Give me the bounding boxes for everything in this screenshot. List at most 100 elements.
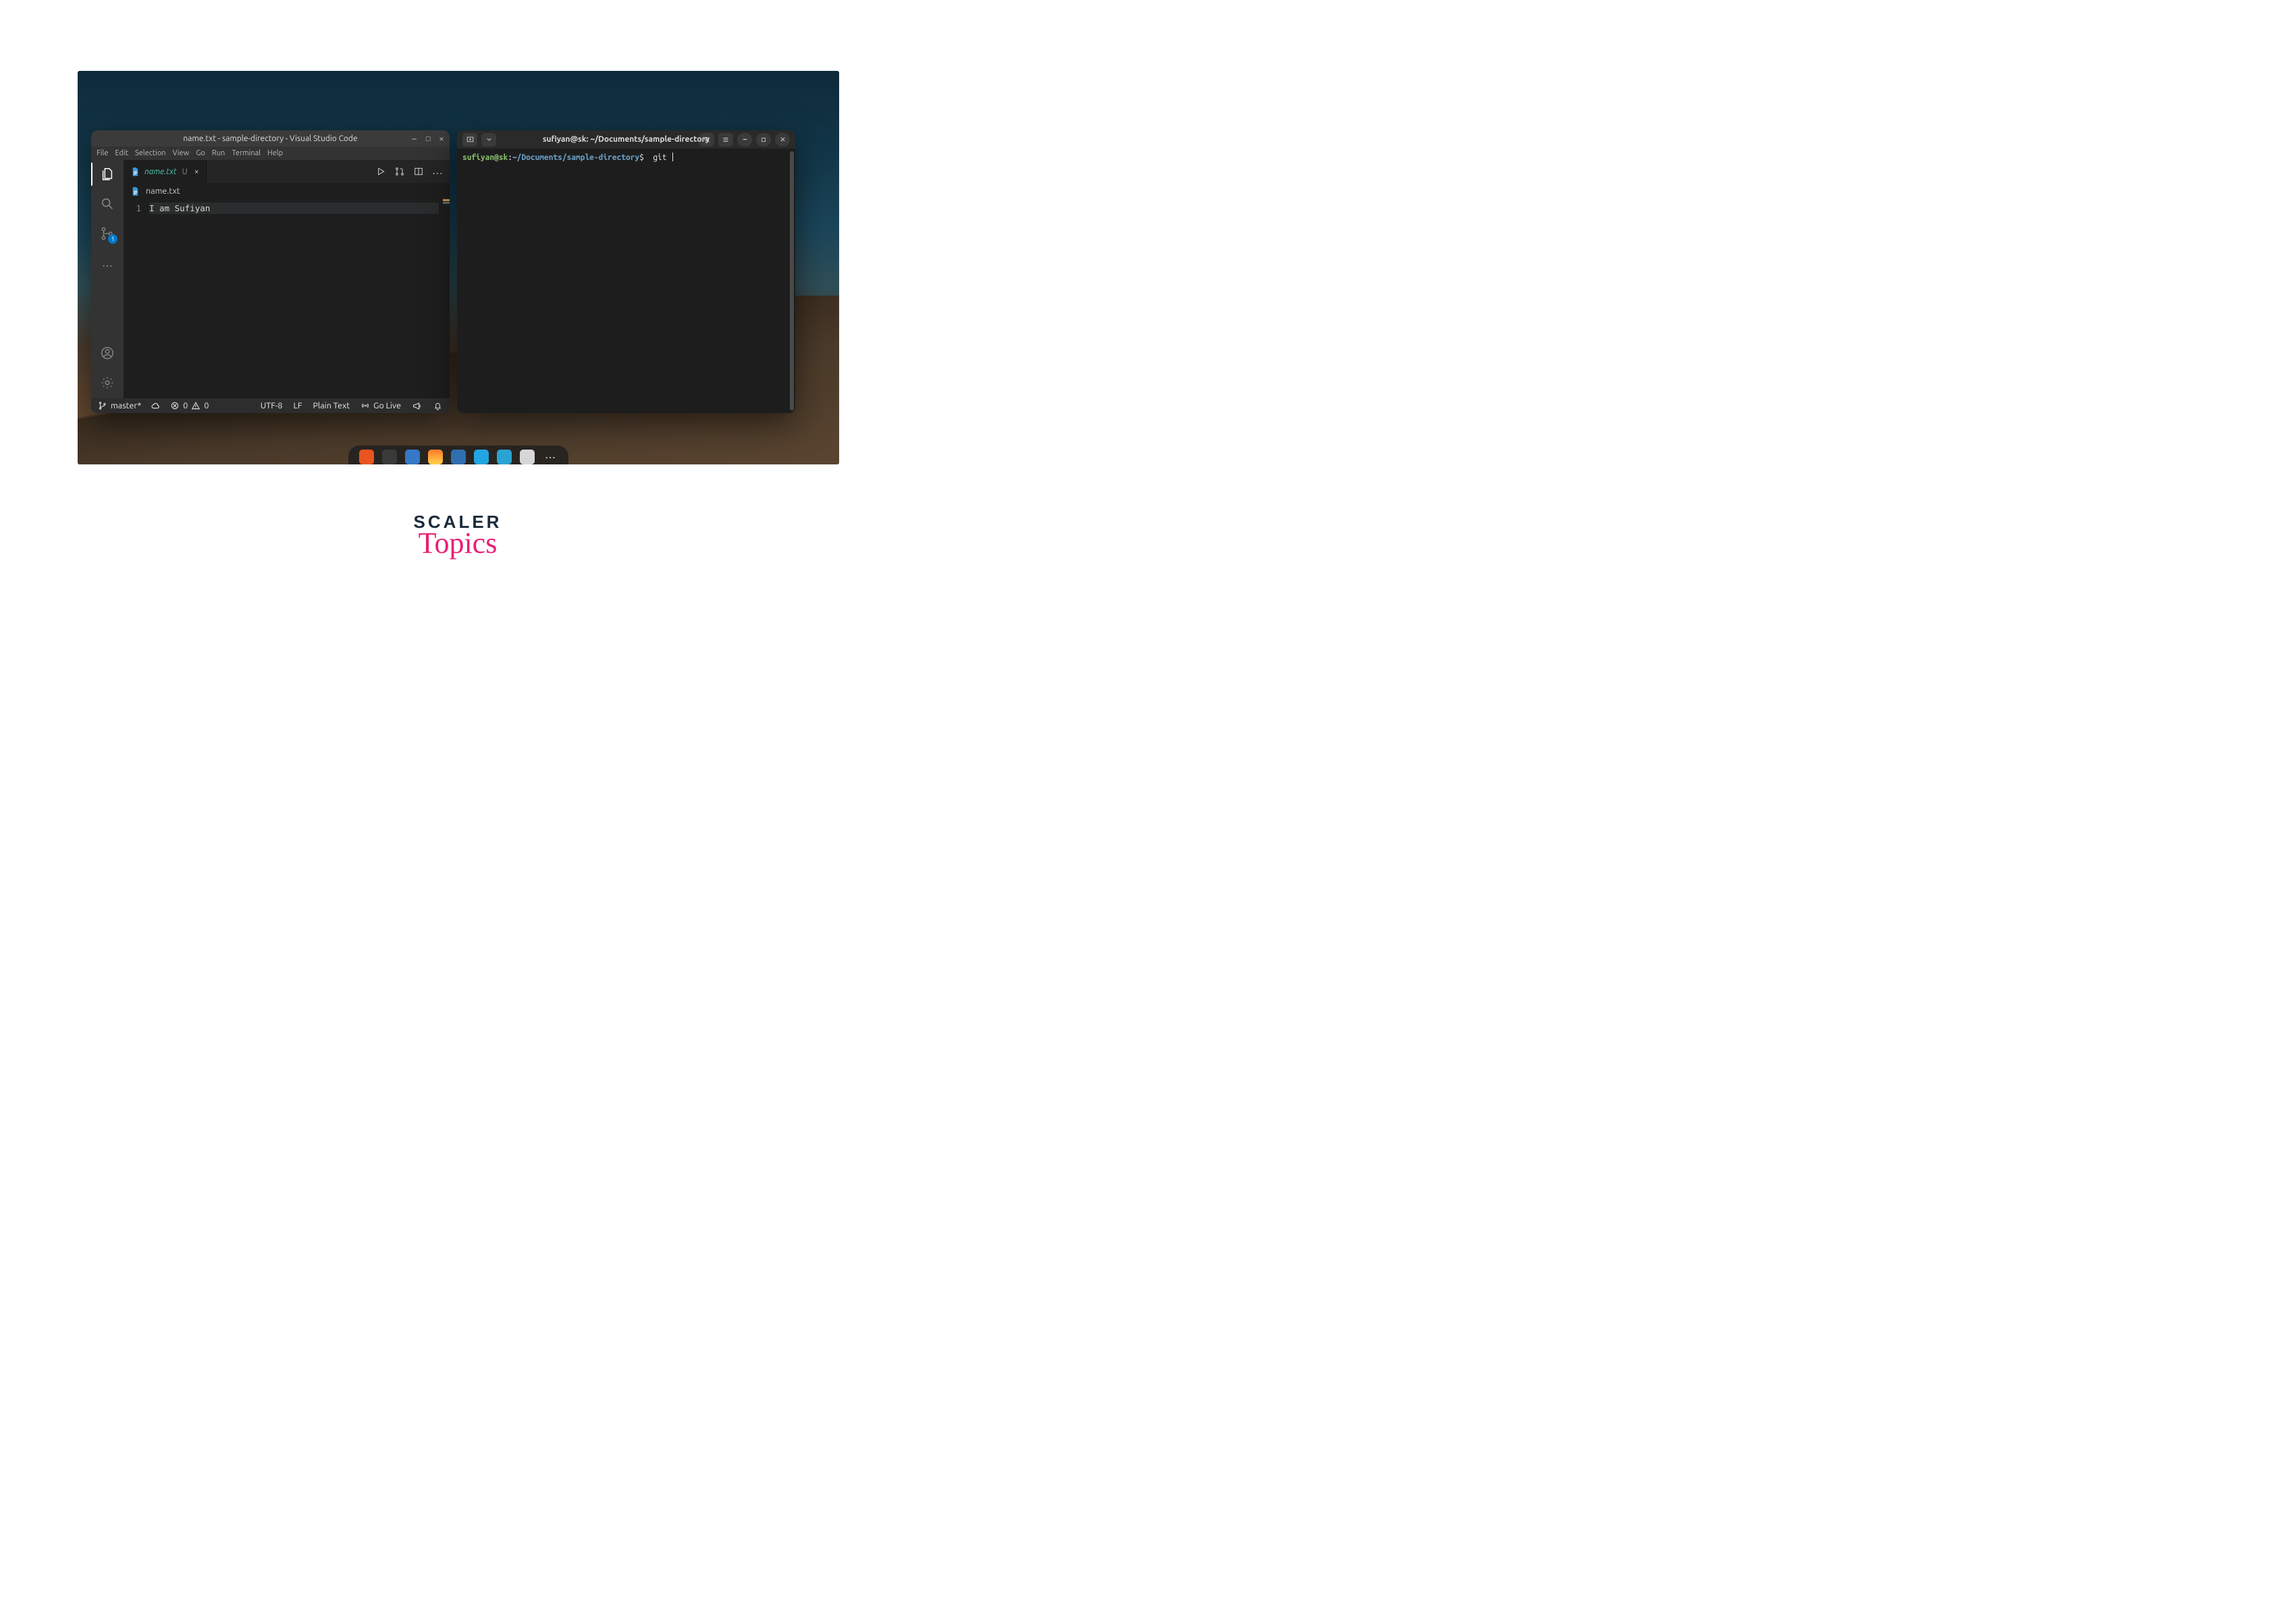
maximize-icon: [760, 136, 767, 143]
terminal-command: git: [649, 153, 672, 162]
dock-app-3[interactable]: [405, 450, 420, 464]
file-icon: [130, 167, 140, 177]
code-editor[interactable]: 1 I am Sufiyan: [124, 199, 450, 398]
dock-app-6[interactable]: [474, 450, 489, 464]
activity-bar: 1 …: [91, 160, 124, 398]
error-icon: [170, 401, 180, 410]
activity-search[interactable]: [99, 195, 116, 213]
breadcrumbs[interactable]: name.txt: [124, 183, 450, 199]
desktop-wallpaper: name.txt - sample-directory - Visual Stu…: [78, 71, 839, 464]
status-eol[interactable]: LF: [294, 401, 302, 410]
cloud-sync-icon: [151, 401, 161, 411]
dock-app-4[interactable]: [428, 450, 443, 464]
line-number-1: 1: [124, 203, 141, 213]
status-branch-name: master*: [111, 401, 141, 410]
split-editor-icon: [413, 166, 424, 177]
activity-more[interactable]: …: [99, 254, 116, 272]
terminal-menu-button[interactable]: [718, 133, 733, 146]
tab-close-button[interactable]: ×: [194, 167, 199, 176]
dock-app-8[interactable]: [520, 450, 535, 464]
hamburger-icon: [722, 136, 730, 144]
menu-file[interactable]: File: [97, 149, 108, 157]
status-feedback[interactable]: [412, 401, 422, 411]
overview-ruler[interactable]: [439, 199, 450, 398]
split-editor-button[interactable]: [413, 166, 424, 177]
activity-accounts[interactable]: [99, 344, 116, 362]
status-go-live-label: Go Live: [373, 401, 401, 410]
breadcrumb-filename: name.txt: [146, 186, 180, 196]
git-pull-request-icon: [394, 166, 405, 177]
account-icon: [100, 346, 115, 360]
status-encoding[interactable]: UTF-8: [261, 401, 283, 410]
vscode-window: name.txt - sample-directory - Visual Stu…: [91, 130, 450, 413]
files-icon: [100, 167, 115, 182]
status-language[interactable]: Plain Text: [313, 401, 350, 410]
terminal-titlebar[interactable]: sufiyan@sk: ~/Documents/sample-directory: [457, 130, 795, 149]
terminal-maximize-button[interactable]: [756, 133, 771, 146]
menu-terminal[interactable]: Terminal: [232, 149, 261, 157]
dock-app-2[interactable]: [382, 450, 397, 464]
prompt-dollar: $: [639, 153, 644, 162]
file-icon: [130, 186, 140, 196]
search-icon: [100, 196, 115, 211]
activity-settings[interactable]: [99, 374, 116, 392]
git-branch-icon: [98, 401, 107, 410]
prompt-path: ~/Documents/sample-directory: [512, 153, 639, 162]
terminal-scrollbar[interactable]: [790, 151, 794, 410]
dock-app-7[interactable]: [497, 450, 512, 464]
window-close-button[interactable]: ×: [439, 135, 446, 142]
status-notifications[interactable]: [433, 401, 443, 411]
terminal-close-button[interactable]: [775, 133, 790, 146]
git-pr-button[interactable]: [394, 166, 405, 177]
new-tab-icon: [466, 135, 475, 144]
vscode-window-title: name.txt - sample-directory - Visual Stu…: [183, 134, 357, 143]
play-icon: [375, 166, 386, 177]
terminal-minimize-button[interactable]: [737, 133, 752, 146]
status-warnings-count: 0: [204, 401, 209, 410]
menu-edit[interactable]: Edit: [115, 149, 128, 157]
status-errors-count: 0: [183, 401, 188, 410]
window-maximize-button[interactable]: ▢: [425, 135, 432, 142]
editor-group: name.txt U × … name.txt: [124, 160, 450, 398]
overview-marker: [443, 199, 450, 201]
window-minimize-button[interactable]: –: [412, 135, 419, 142]
terminal-search-button[interactable]: [699, 133, 714, 146]
activity-explorer[interactable]: [99, 165, 116, 183]
overview-marker: [443, 202, 450, 204]
bell-icon: [433, 401, 443, 411]
line-gutter: 1: [124, 199, 149, 398]
status-go-live[interactable]: Go Live: [361, 401, 401, 410]
menu-selection[interactable]: Selection: [135, 149, 166, 157]
tab-modified-flag: U: [182, 167, 188, 176]
terminal-new-tab-button[interactable]: [462, 133, 477, 146]
line-1-content: I am Sufiyan: [149, 203, 450, 213]
menu-view[interactable]: View: [173, 149, 190, 157]
prompt-user: sufiyan@sk: [462, 153, 508, 162]
vscode-titlebar[interactable]: name.txt - sample-directory - Visual Stu…: [91, 130, 450, 146]
dock-app-1[interactable]: [359, 450, 374, 464]
dock-show-apps[interactable]: ⋯: [543, 450, 558, 464]
terminal-tab-dropdown[interactable]: [481, 133, 496, 146]
search-icon: [703, 136, 711, 144]
dock-app-5[interactable]: [451, 450, 466, 464]
editor-more-button[interactable]: …: [432, 166, 443, 177]
chevron-down-icon: [485, 136, 493, 143]
menu-help[interactable]: Help: [267, 149, 283, 157]
activity-source-control[interactable]: 1: [99, 225, 116, 242]
gear-icon: [100, 375, 115, 390]
tab-filename: name.txt: [144, 167, 177, 176]
dock: ⋯: [348, 446, 568, 464]
status-problems[interactable]: 0 0: [170, 401, 209, 410]
prompt-separator: :: [508, 153, 512, 162]
broadcast-icon: [361, 401, 370, 410]
status-branch[interactable]: master*: [98, 401, 141, 410]
menu-run[interactable]: Run: [212, 149, 225, 157]
terminal-window: sufiyan@sk: ~/Documents/sample-directory…: [457, 130, 795, 413]
brand-logo: SCALER Topics: [414, 512, 502, 560]
terminal-cursor: [672, 153, 673, 161]
menu-go[interactable]: Go: [196, 149, 205, 157]
tab-name-txt[interactable]: name.txt U ×: [124, 160, 207, 183]
status-sync[interactable]: [151, 401, 161, 411]
run-button[interactable]: [375, 166, 386, 177]
terminal-body[interactable]: sufiyan@sk:~/Documents/sample-directory$…: [457, 149, 795, 413]
